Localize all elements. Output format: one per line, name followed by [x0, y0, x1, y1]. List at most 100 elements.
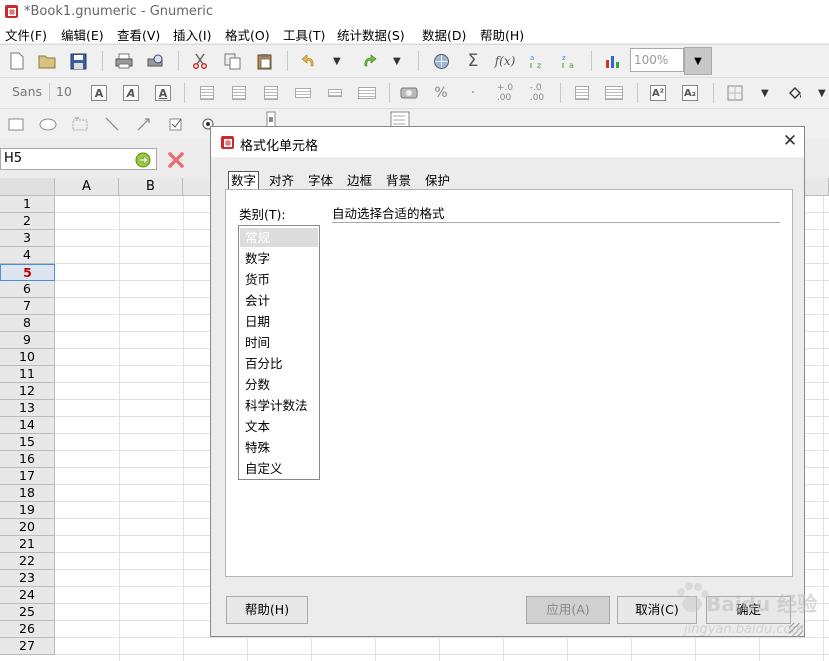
- print-preview-icon[interactable]: [145, 50, 167, 72]
- close-icon[interactable]: ✕: [780, 131, 800, 151]
- menu-data[interactable]: 数据(D): [422, 25, 466, 44]
- arrow-icon[interactable]: [133, 113, 155, 135]
- row-header[interactable]: 4: [0, 247, 55, 264]
- tab-number[interactable]: 数字: [228, 171, 260, 191]
- row-header[interactable]: 19: [0, 502, 55, 519]
- row-header[interactable]: 13: [0, 400, 55, 417]
- row-header[interactable]: 2: [0, 213, 55, 230]
- category-item[interactable]: 自定义: [240, 459, 318, 478]
- font-size-field[interactable]: 10: [56, 84, 72, 99]
- row-header[interactable]: 18: [0, 485, 55, 502]
- category-item[interactable]: 日期: [240, 312, 318, 331]
- column-header[interactable]: A: [55, 178, 119, 196]
- sort-descending-icon[interactable]: za: [558, 50, 580, 72]
- row-header[interactable]: 6: [0, 281, 55, 298]
- row-header[interactable]: 20: [0, 519, 55, 536]
- row-header[interactable]: 12: [0, 383, 55, 400]
- undo-icon[interactable]: [298, 50, 320, 72]
- fill-color-icon[interactable]: [784, 82, 806, 104]
- italic-icon[interactable]: A: [120, 82, 142, 104]
- cancel-button[interactable]: 取消(C): [617, 596, 697, 624]
- goto-arrow-icon[interactable]: [135, 152, 151, 168]
- font-name-field[interactable]: Sans: [12, 84, 42, 99]
- open-icon[interactable]: [36, 50, 58, 72]
- category-item[interactable]: 百分比: [240, 354, 318, 373]
- ellipse-icon[interactable]: [37, 113, 59, 135]
- category-list[interactable]: 常规数字货币会计日期时间百分比分数科学计数法文本特殊自定义: [238, 225, 320, 480]
- row-header[interactable]: 5: [0, 264, 55, 281]
- borders-icon[interactable]: [724, 82, 746, 104]
- zoom-input[interactable]: 100%: [630, 48, 684, 72]
- zoom-dropdown-button[interactable]: ▼: [684, 47, 712, 75]
- menu-insert[interactable]: 插入(I): [173, 25, 211, 44]
- save-icon[interactable]: [67, 50, 89, 72]
- hyperlink-icon[interactable]: [430, 50, 452, 72]
- row-header[interactable]: 24: [0, 587, 55, 604]
- superscript-icon[interactable]: A²: [647, 82, 669, 104]
- subscript-icon[interactable]: A₂: [679, 82, 701, 104]
- borders-dropdown-icon[interactable]: ▼: [761, 88, 769, 99]
- row-header[interactable]: 10: [0, 349, 55, 366]
- category-item[interactable]: 常规: [240, 228, 318, 247]
- tab-protection[interactable]: 保护: [425, 172, 450, 190]
- tab-background[interactable]: 背景: [386, 172, 411, 190]
- currency-format-icon[interactable]: [398, 82, 420, 104]
- row-header[interactable]: 11: [0, 366, 55, 383]
- row-header[interactable]: 23: [0, 570, 55, 587]
- menu-tools[interactable]: 工具(T): [283, 25, 325, 44]
- align-right-icon[interactable]: [260, 82, 282, 104]
- category-item[interactable]: 科学计数法: [240, 396, 318, 415]
- center-across-icon[interactable]: [324, 82, 346, 104]
- function-icon[interactable]: f(x): [494, 50, 516, 72]
- menu-format[interactable]: 格式(O): [225, 25, 270, 44]
- bold-icon[interactable]: A: [88, 82, 110, 104]
- row-header[interactable]: 26: [0, 621, 55, 638]
- increase-decimals-icon[interactable]: +.0.00: [494, 82, 516, 104]
- increase-indent-icon[interactable]: [603, 82, 625, 104]
- row-header[interactable]: 21: [0, 536, 55, 553]
- row-header[interactable]: 14: [0, 417, 55, 434]
- row-header[interactable]: 9: [0, 332, 55, 349]
- new-icon[interactable]: [6, 50, 28, 72]
- row-header[interactable]: 17: [0, 468, 55, 485]
- paste-icon[interactable]: [253, 50, 275, 72]
- menu-help[interactable]: 帮助(H): [480, 25, 524, 44]
- align-center-icon[interactable]: [228, 82, 250, 104]
- cancel-edit-icon[interactable]: [166, 150, 186, 170]
- merge-cells-icon[interactable]: [292, 82, 314, 104]
- row-header[interactable]: 16: [0, 451, 55, 468]
- category-item[interactable]: 数字: [240, 249, 318, 268]
- row-header[interactable]: 25: [0, 604, 55, 621]
- cut-icon[interactable]: [189, 50, 211, 72]
- row-header[interactable]: 8: [0, 315, 55, 332]
- resize-grip[interactable]: [789, 623, 803, 637]
- select-all-corner[interactable]: [0, 178, 55, 196]
- checkbox-widget-icon[interactable]: [165, 113, 187, 135]
- category-item[interactable]: 分数: [240, 375, 318, 394]
- decrease-decimals-icon[interactable]: -.0.00: [526, 82, 548, 104]
- tab-border[interactable]: 边框: [347, 172, 372, 190]
- frame-icon[interactable]: [69, 113, 91, 135]
- line-icon[interactable]: [101, 113, 123, 135]
- category-item[interactable]: 会计: [240, 291, 318, 310]
- row-header[interactable]: 22: [0, 553, 55, 570]
- chart-icon[interactable]: [602, 50, 624, 72]
- print-icon[interactable]: [113, 50, 135, 72]
- redo-icon[interactable]: [358, 50, 380, 72]
- sort-ascending-icon[interactable]: az: [526, 50, 548, 72]
- apply-button[interactable]: 应用(A): [526, 596, 610, 624]
- row-header[interactable]: 7: [0, 298, 55, 315]
- category-item[interactable]: 时间: [240, 333, 318, 352]
- fill-color-dropdown-icon[interactable]: ▼: [818, 88, 826, 99]
- category-item[interactable]: 文本: [240, 417, 318, 436]
- category-item[interactable]: 货币: [240, 270, 318, 289]
- copy-icon[interactable]: [221, 50, 243, 72]
- tab-font[interactable]: 字体: [308, 172, 333, 190]
- category-item[interactable]: 特殊: [240, 438, 318, 457]
- column-header[interactable]: B: [119, 178, 183, 196]
- thousands-separator-icon[interactable]: ·: [462, 82, 484, 104]
- split-cells-icon[interactable]: [356, 82, 378, 104]
- row-header[interactable]: 3: [0, 230, 55, 247]
- ok-button[interactable]: 确定: [706, 596, 791, 624]
- menu-file[interactable]: 文件(F): [5, 25, 47, 44]
